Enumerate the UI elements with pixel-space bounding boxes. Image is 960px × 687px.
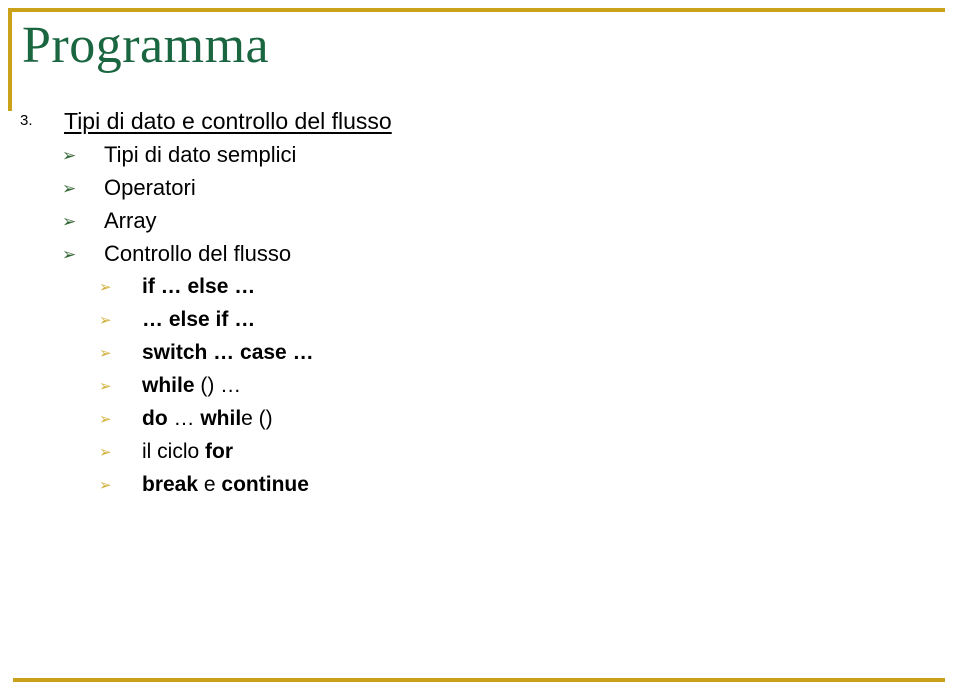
arrow-bullet-icon: ➢ <box>62 179 77 198</box>
arrow-bullet-icon: ➢ <box>62 212 77 231</box>
decorative-left-rule <box>8 8 12 111</box>
arrow-bullet-icon: ➢ <box>99 378 112 395</box>
outline-item-level3: ➢ break e continue <box>0 468 960 501</box>
outline-item-level3: ➢ if … else … <box>0 270 960 303</box>
arrow-bullet-icon: ➢ <box>99 477 112 494</box>
slide-title: Programma <box>22 17 270 74</box>
arrow-bullet-icon: ➢ <box>99 345 112 362</box>
outline-level3-label: break e continue <box>142 473 309 496</box>
outline-level2-label: Array <box>104 208 157 233</box>
arrow-bullet-icon: ➢ <box>99 279 112 296</box>
outline-item-level2: ➢ Array <box>0 204 960 237</box>
list-number: 3. <box>20 112 33 129</box>
arrow-bullet-icon: ➢ <box>62 146 77 165</box>
slide-canvas: Programma 3. Tipi di dato e controllo de… <box>0 0 960 687</box>
outline-item-level1: 3. Tipi di dato e controllo del flusso <box>0 104 960 138</box>
outline-level1-label: Tipi di dato e controllo del flusso <box>64 108 392 134</box>
outline-level2-label: Operatori <box>104 175 196 200</box>
outline-level2-label: Tipi di dato semplici <box>104 142 297 167</box>
arrow-bullet-icon: ➢ <box>62 245 77 264</box>
outline-level3-label: do … while () <box>142 407 273 430</box>
slide-body-outline: 3. Tipi di dato e controllo del flusso ➢… <box>0 104 960 501</box>
decorative-bottom-rule <box>13 678 945 682</box>
outline-level3-label: switch … case … <box>142 341 314 364</box>
arrow-bullet-icon: ➢ <box>99 444 112 461</box>
outline-item-level3: ➢ switch … case … <box>0 336 960 369</box>
outline-item-level2: ➢ Tipi di dato semplici <box>0 138 960 171</box>
outline-item-level3: ➢ while () … <box>0 369 960 402</box>
decorative-top-rule <box>8 8 945 12</box>
arrow-bullet-icon: ➢ <box>99 312 112 329</box>
outline-level3-label: if … else … <box>142 275 256 298</box>
outline-item-level3: ➢ do … while () <box>0 402 960 435</box>
outline-item-level2: ➢ Controllo del flusso <box>0 237 960 270</box>
arrow-bullet-icon: ➢ <box>99 411 112 428</box>
outline-item-level3: ➢ il ciclo for <box>0 435 960 468</box>
outline-level3-label: … else if … <box>142 308 256 331</box>
outline-level2-label: Controllo del flusso <box>104 241 292 266</box>
outline-item-level2: ➢ Operatori <box>0 171 960 204</box>
outline-item-level3: ➢ … else if … <box>0 303 960 336</box>
outline-level3-label: il ciclo for <box>142 440 234 463</box>
outline-level3-label: while () … <box>142 374 242 397</box>
